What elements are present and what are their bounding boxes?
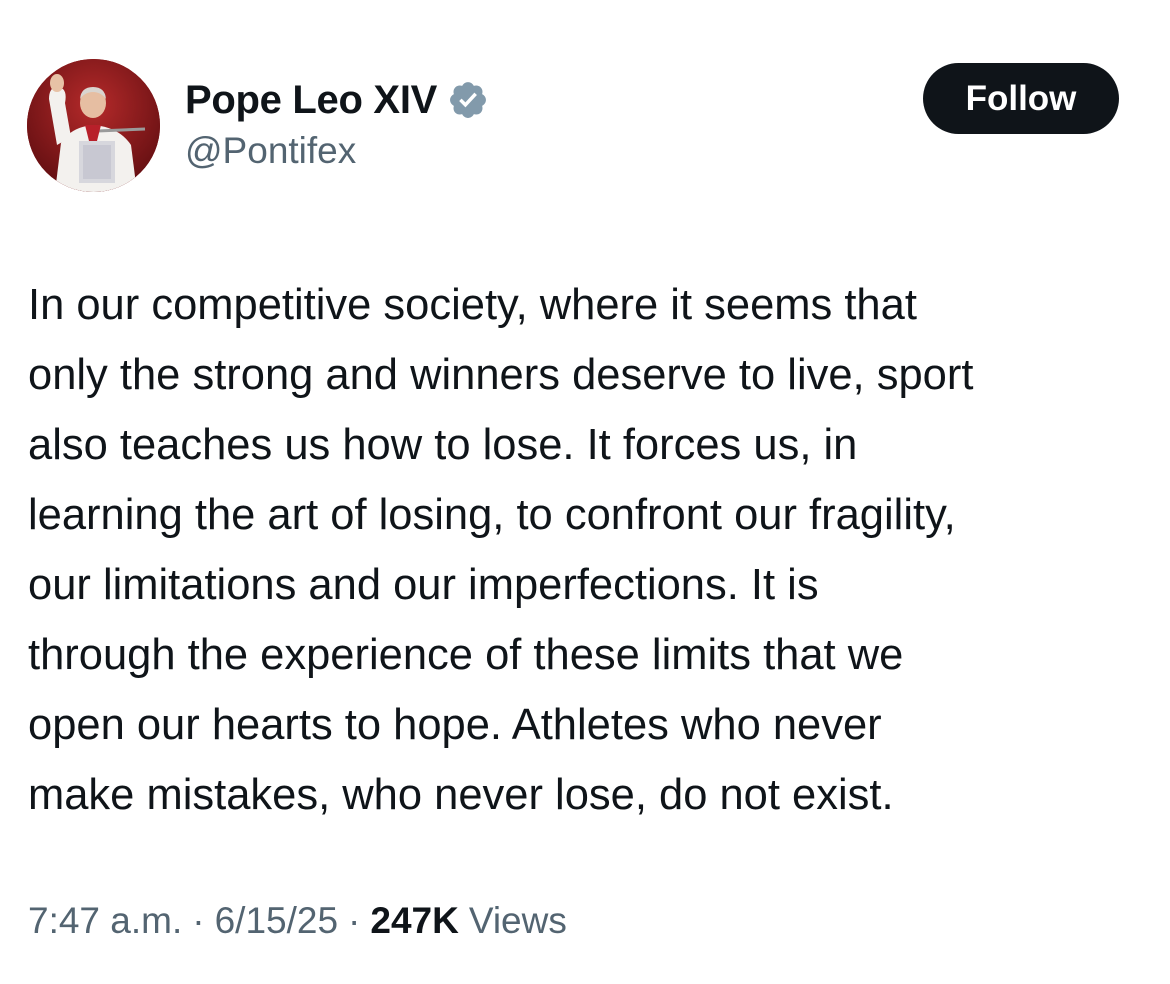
author-display-name[interactable]: Pope Leo XIV: [185, 78, 437, 123]
tweet-text-line: learning the art of losing, to confront …: [28, 491, 956, 539]
tweet-meta: 7:47 a.m. · 6/15/25 · 247K Views: [28, 900, 567, 942]
avatar-image: [27, 59, 160, 192]
tweet-text-line: make mistakes, who never lose, do not ex…: [28, 771, 894, 819]
follow-button[interactable]: Follow: [923, 63, 1119, 134]
tweet-date[interactable]: 6/15/25: [215, 900, 338, 942]
tweet-text: In our competitive society, where it see…: [28, 270, 1148, 830]
tweet-time[interactable]: 7:47 a.m.: [28, 900, 182, 942]
views-label[interactable]: Views: [469, 900, 567, 942]
tweet-text-line: our limitations and our imperfections. I…: [28, 561, 819, 609]
verified-badge-icon[interactable]: [447, 79, 489, 121]
tweet-text-line: open our hearts to hope. Athletes who ne…: [28, 701, 882, 749]
tweet-text-line: In our competitive society, where it see…: [28, 281, 917, 329]
meta-separator: ·: [192, 900, 205, 941]
tweet-text-line: only the strong and winners deserve to l…: [28, 351, 974, 399]
avatar[interactable]: [27, 59, 160, 192]
tweet-card: Pope Leo XIV @Pontifex Follow In our com…: [0, 0, 1170, 984]
views-count[interactable]: 247K: [370, 900, 458, 942]
tweet-text-line: also teaches us how to lose. It forces u…: [28, 421, 858, 469]
tweet-text-line: through the experience of these limits t…: [28, 631, 904, 679]
author-name-row: Pope Leo XIV: [185, 76, 489, 124]
meta-separator: ·: [348, 900, 361, 941]
author-handle[interactable]: @Pontifex: [185, 130, 356, 172]
